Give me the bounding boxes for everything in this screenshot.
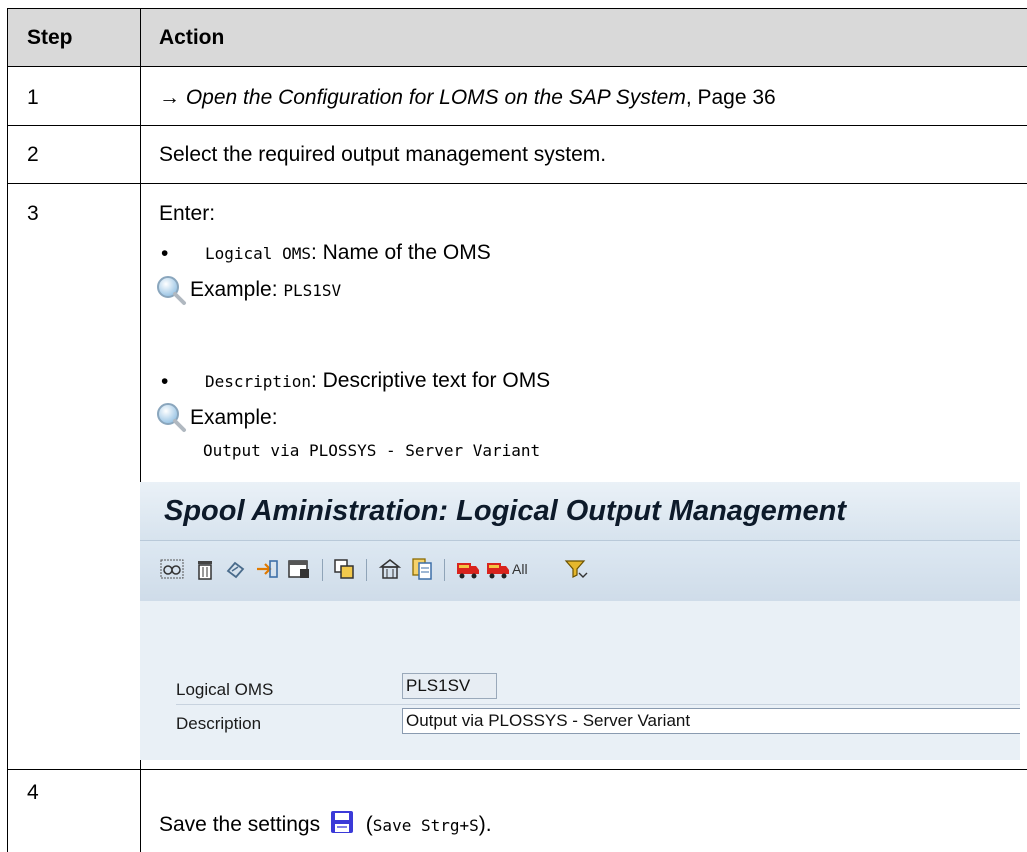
trash-icon[interactable]	[193, 557, 217, 581]
sap-title-bar: Spool Aministration: Logical Output Mana…	[140, 482, 1020, 540]
sap-form: Logical OMS PLS1SV Description Output vi…	[140, 601, 1020, 760]
transport-icon[interactable]	[255, 557, 279, 581]
enter-intro: Enter:	[159, 202, 216, 225]
step-column-header: Step	[27, 26, 73, 49]
field-name: Logical OMS	[205, 244, 311, 263]
action-column-header: Action	[159, 26, 225, 49]
description-label: Description	[176, 714, 262, 733]
save-shortcut: Save Strg+S	[372, 816, 479, 835]
description-field[interactable]: Output via PLOSSYS - Server Variant	[402, 708, 1020, 734]
sap-toolbar: All	[140, 540, 1020, 602]
filter-icon[interactable]	[564, 557, 588, 581]
copy-objects-icon[interactable]	[332, 557, 356, 581]
logical-oms-label: Logical OMS	[176, 680, 274, 699]
undo-icon[interactable]	[224, 557, 248, 581]
arrow-icon: →	[159, 86, 186, 109]
example-line: Example: PLS1SV	[190, 277, 341, 304]
documents-icon[interactable]	[410, 557, 434, 581]
step-number: 1	[27, 86, 39, 109]
magnifier-icon	[157, 276, 186, 305]
wizard-icon[interactable]	[378, 557, 402, 581]
example-label: Example:	[190, 406, 278, 429]
save-instruction: Save the settings	[159, 813, 321, 836]
glasses-icon[interactable]	[160, 557, 184, 581]
step-number: 4	[27, 781, 39, 804]
sap-screen-title: Spool Aministration: Logical Output Mana…	[164, 495, 847, 527]
example-label: Example:	[190, 278, 284, 301]
logical-oms-item: Logical OMS: Name of the OMS	[205, 240, 491, 267]
paren-open: (	[365, 813, 373, 836]
step-2-action: Select the required output management sy…	[159, 143, 607, 166]
step-number: 3	[27, 202, 39, 225]
field-name: Description	[205, 372, 311, 391]
save-icon	[330, 811, 353, 833]
step-4-action: Save the settings (Save Strg+S).	[159, 810, 492, 839]
field-description: : Descriptive text for OMS	[310, 369, 551, 392]
example-value: Output via PLOSSYS - Server Variant	[203, 441, 541, 460]
cross-reference-link[interactable]: Open the Configuration for LOMS on the S…	[186, 86, 686, 109]
truck-all-icon[interactable]	[486, 557, 510, 581]
step-1-action: → Open the Configuration for LOMS on the…	[159, 85, 776, 111]
table-settings-icon[interactable]	[287, 557, 311, 581]
field-description: : Name of the OMS	[310, 241, 491, 264]
bullet: •	[161, 242, 169, 265]
example-value: PLS1SV	[283, 281, 342, 300]
all-label: All	[512, 561, 528, 577]
sap-screenshot: Spool Aministration: Logical Output Mana…	[140, 482, 1020, 760]
page-reference: , Page 36	[685, 86, 776, 109]
logical-oms-field[interactable]: PLS1SV	[402, 673, 497, 699]
magnifier-icon	[157, 403, 186, 432]
bullet: •	[161, 370, 169, 393]
truck-icon[interactable]	[456, 557, 480, 581]
paren-close: ).	[478, 813, 492, 836]
description-item: Description: Descriptive text for OMS	[205, 368, 550, 395]
step-number: 2	[27, 143, 39, 166]
step-action-table: Step Action 1 → Open the Configuration f…	[7, 8, 1027, 852]
